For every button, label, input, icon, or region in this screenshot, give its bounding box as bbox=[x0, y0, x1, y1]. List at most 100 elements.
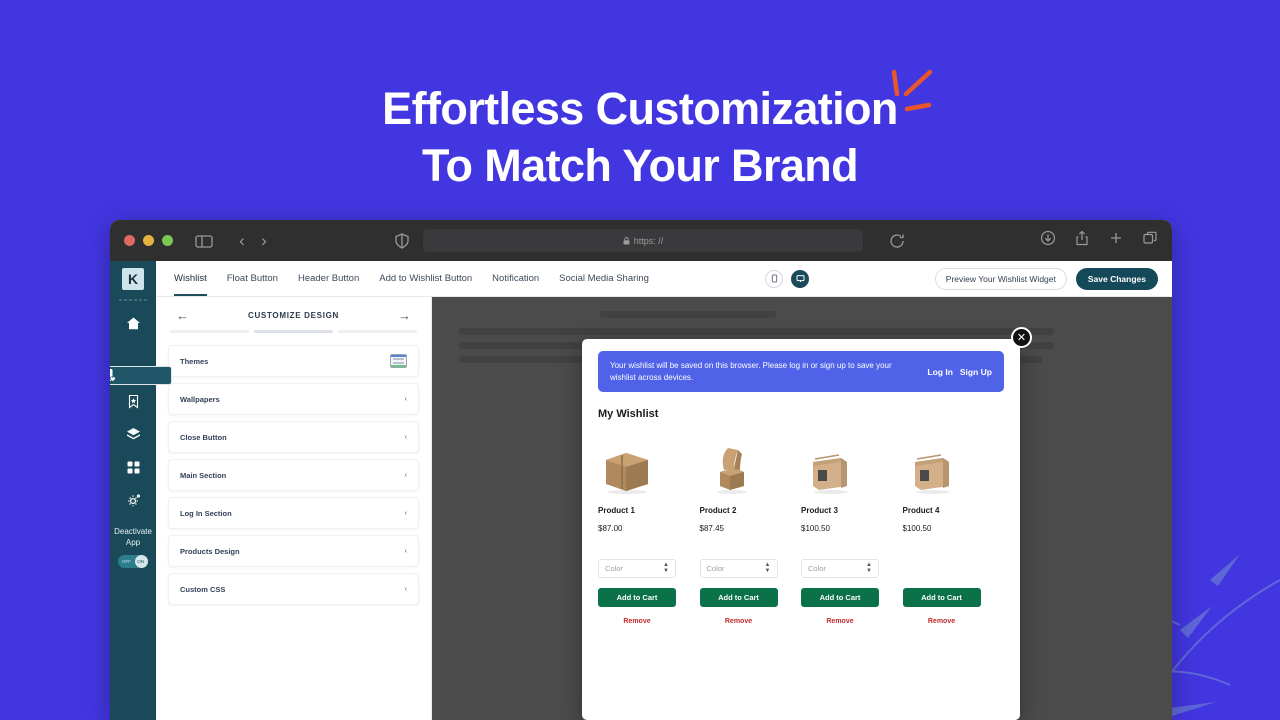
share-icon[interactable] bbox=[1074, 230, 1090, 251]
product-card: Product 4 $100.50 Add to Cart Remove bbox=[902, 436, 1005, 625]
toggle-off-label: OFF bbox=[122, 558, 131, 564]
accordion-label: Products Design bbox=[180, 546, 240, 556]
new-tab-icon[interactable] bbox=[1108, 230, 1124, 251]
accordion-main-section[interactable]: Main Section ‹ bbox=[168, 459, 419, 491]
tab-float-button[interactable]: Float Button bbox=[227, 261, 278, 296]
bookmark-icon[interactable] bbox=[110, 385, 156, 418]
color-select[interactable]: Color ▲ ▼ bbox=[699, 559, 778, 579]
device-preview-toggle bbox=[765, 269, 809, 288]
remove-link[interactable]: Remove bbox=[903, 618, 981, 625]
privacy-shield-icon[interactable] bbox=[393, 232, 411, 250]
back-icon[interactable]: ‹ bbox=[231, 230, 253, 252]
hero-headline: Effortless Customization To Match Your B… bbox=[0, 80, 1280, 194]
save-changes-button[interactable]: Save Changes bbox=[1075, 267, 1158, 290]
accordion-label: Close Button bbox=[180, 432, 227, 442]
notice-text: Your wishlist will be saved on this brow… bbox=[610, 361, 892, 382]
stepper-caret-icon: ▲ ▼ bbox=[764, 562, 771, 574]
accordion-label: Custom CSS bbox=[180, 584, 226, 594]
product-price: $87.45 bbox=[699, 524, 724, 534]
home-icon[interactable] bbox=[110, 307, 156, 340]
address-bar[interactable]: https: // bbox=[423, 229, 863, 252]
desktop-icon[interactable] bbox=[791, 269, 809, 288]
log-in-link[interactable]: Log In bbox=[927, 367, 953, 377]
skeleton-bar bbox=[459, 328, 1054, 335]
product-name: Product 3 bbox=[801, 506, 838, 516]
customize-design-panel: ← CUSTOMIZE DESIGN → Themes Wallpapers ‹… bbox=[156, 297, 432, 720]
window-traffic-lights[interactable] bbox=[124, 235, 173, 246]
stepper-caret-icon: ▲ ▼ bbox=[663, 562, 669, 574]
left-icon-rail: K Deactivate App OFF ON bbox=[110, 261, 172, 720]
list-heart-icon[interactable] bbox=[110, 366, 172, 385]
theme-thumbnail-icon bbox=[390, 354, 407, 368]
panel-back-arrow[interactable]: ← bbox=[176, 309, 189, 322]
app-logo[interactable]: K bbox=[110, 261, 156, 297]
accordion-label: Themes bbox=[180, 356, 209, 366]
add-to-cart-button[interactable]: Add to Cart bbox=[801, 588, 879, 608]
forward-icon[interactable]: › bbox=[253, 230, 275, 252]
accordion-wallpapers[interactable]: Wallpapers ‹ bbox=[168, 383, 419, 415]
accordion-custom-css[interactable]: Custom CSS ‹ bbox=[168, 573, 419, 605]
product-name: Product 4 bbox=[902, 506, 940, 516]
tab-label: Notification bbox=[492, 273, 540, 284]
app-tabs: Wishlist Float Button Header Button Add … bbox=[156, 261, 649, 296]
tab-notification[interactable]: Notification bbox=[492, 261, 539, 296]
accordion-label: Main Section bbox=[180, 470, 227, 480]
preview-widget-button[interactable]: Preview Your Wishlist Widget bbox=[934, 267, 1067, 290]
deactivate-app-toggle[interactable]: OFF ON bbox=[118, 554, 148, 568]
grid-icon[interactable] bbox=[110, 451, 156, 484]
panel-next-arrow[interactable]: → bbox=[398, 309, 411, 322]
tab-header-button[interactable]: Header Button bbox=[298, 261, 359, 296]
tab-overview-icon[interactable] bbox=[1142, 230, 1158, 251]
tab-add-to-wishlist-button[interactable]: Add to Wishlist Button bbox=[379, 261, 472, 296]
mobile-icon[interactable] bbox=[765, 269, 783, 288]
color-select[interactable]: Color ▲ ▼ bbox=[801, 559, 879, 579]
accordion-themes[interactable]: Themes bbox=[168, 345, 419, 377]
color-select-value: Color bbox=[706, 564, 725, 574]
add-to-cart-button[interactable]: Add to Cart bbox=[699, 588, 778, 608]
lock-icon bbox=[623, 236, 630, 244]
tab-label: Social Media Sharing bbox=[559, 273, 649, 284]
remove-link[interactable]: Remove bbox=[801, 618, 879, 625]
product-name: Product 1 bbox=[598, 506, 635, 516]
close-window-button[interactable] bbox=[124, 235, 135, 246]
reload-icon[interactable] bbox=[887, 231, 907, 251]
notice-actions: Log In Sign Up bbox=[927, 367, 992, 377]
step-1 bbox=[170, 330, 249, 333]
accordion-close-button[interactable]: Close Button ‹ bbox=[168, 421, 419, 453]
accordion-log-in-section[interactable]: Log In Section ‹ bbox=[168, 497, 419, 529]
product-image-bag bbox=[903, 436, 997, 495]
color-select[interactable]: Color ▲ ▼ bbox=[598, 559, 676, 579]
product-price: $87.00 bbox=[598, 524, 623, 534]
product-card: Product 1 $87.00 Color ▲ ▼ Add to Cart Re… bbox=[598, 436, 700, 625]
sign-up-link[interactable]: Sign Up bbox=[960, 367, 992, 377]
add-to-cart-button[interactable]: Add to Cart bbox=[598, 588, 676, 608]
remove-link[interactable]: Remove bbox=[598, 618, 676, 625]
login-notice-banner: Your wishlist will be saved on this brow… bbox=[598, 351, 1004, 393]
minimize-window-button[interactable] bbox=[143, 235, 154, 246]
toggle-on-label: ON bbox=[137, 558, 144, 564]
sparkle-burst-icon bbox=[891, 69, 933, 112]
maximize-window-button[interactable] bbox=[162, 235, 173, 246]
accordion-label: Wallpapers bbox=[180, 394, 220, 404]
tab-wishlist[interactable]: Wishlist bbox=[174, 261, 207, 296]
product-image-box-closed bbox=[598, 436, 692, 495]
remove-link[interactable]: Remove bbox=[700, 618, 778, 625]
chevron-left-icon: ‹ bbox=[404, 585, 407, 593]
color-select-value: Color bbox=[808, 564, 826, 574]
product-image-box-open bbox=[700, 436, 794, 495]
panel-title: CUSTOMIZE DESIGN bbox=[247, 311, 340, 320]
tab-social-media-sharing[interactable]: Social Media Sharing bbox=[559, 261, 649, 296]
chevron-left-icon: ‹ bbox=[404, 395, 407, 403]
add-to-cart-button[interactable]: Add to Cart bbox=[902, 588, 981, 608]
accordion-products-design[interactable]: Products Design ‹ bbox=[168, 535, 419, 567]
browser-window: ‹ › https: // Wishlist Float Button Head… bbox=[110, 220, 1172, 720]
sidebar-toggle-icon[interactable] bbox=[193, 230, 215, 252]
app-body: K Deactivate App OFF ON ← CUSTOMIZE DESI… bbox=[110, 261, 1172, 720]
hero-line-1: Effortless Customization bbox=[382, 83, 898, 134]
download-icon[interactable] bbox=[1040, 230, 1056, 251]
hero-line-2: To Match Your Brand bbox=[421, 140, 859, 192]
layers-icon[interactable] bbox=[110, 418, 156, 451]
tab-label: Add to Wishlist Button bbox=[379, 273, 473, 284]
gear-icon[interactable] bbox=[110, 484, 156, 517]
close-icon[interactable]: ✕ bbox=[1011, 327, 1032, 348]
